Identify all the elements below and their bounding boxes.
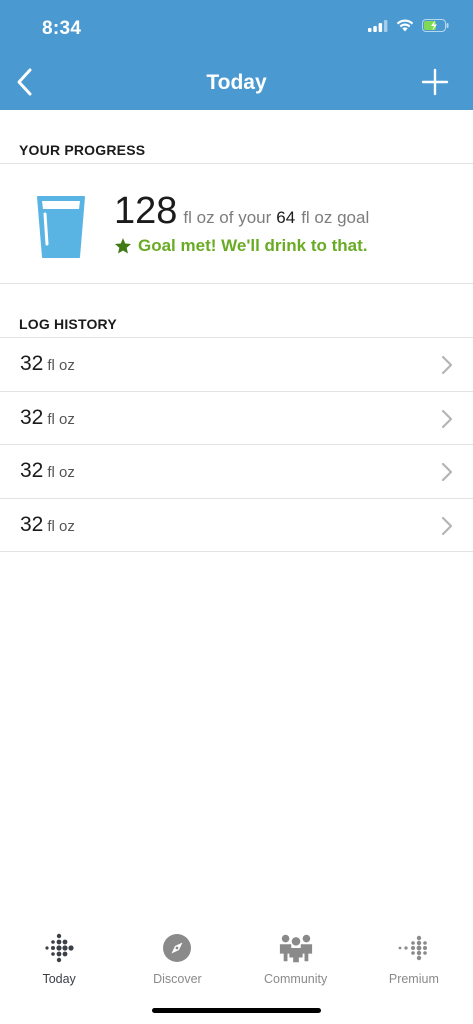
- log-entry[interactable]: 32 fl oz: [0, 392, 473, 445]
- progress-summary: 128 fl oz of your 64 fl oz goal: [114, 190, 369, 233]
- compass-icon: [159, 930, 195, 966]
- log-entry-unit: fl oz: [47, 517, 75, 535]
- star-icon: [114, 238, 132, 254]
- log-entry-unit: fl oz: [47, 464, 75, 481]
- bottom-tab-bar: Today Discover Community Premium: [0, 918, 473, 990]
- log-entry[interactable]: 32 fl oz: [0, 338, 473, 392]
- tab-label: Premium: [388, 972, 439, 986]
- community-icon: [278, 930, 314, 966]
- add-button[interactable]: [417, 64, 453, 100]
- cellular-signal-icon: [368, 19, 388, 32]
- page-title: Today: [206, 71, 267, 94]
- chevron-right-icon: [441, 462, 453, 482]
- nav-bar: Today: [0, 56, 473, 110]
- chevron-right-icon: [441, 516, 453, 535]
- home-indicator: [152, 1008, 321, 1013]
- tab-discover[interactable]: Discover: [118, 918, 236, 990]
- goal-status-text: Goal met! We'll drink to that.: [138, 236, 368, 255]
- tab-label: Discover: [153, 972, 202, 986]
- tab-label: Community: [264, 972, 328, 986]
- fitbit-dots-icon: [41, 930, 77, 966]
- chevron-right-icon: [441, 409, 453, 428]
- log-history-section-label: LOG HISTORY: [19, 316, 117, 332]
- log-entry-value: 32 fl oz: [20, 513, 75, 537]
- tab-community[interactable]: Community: [237, 918, 355, 990]
- status-icons: [368, 19, 449, 32]
- log-history-list: 32 fl oz 32 fl oz 32 fl oz 32 fl oz: [0, 338, 473, 552]
- log-entry[interactable]: 32 fl oz: [0, 499, 473, 552]
- goal-unit-text: fl oz goal: [301, 208, 370, 227]
- goal-amount: 64: [276, 208, 296, 227]
- status-bar: 8:34: [0, 0, 473, 56]
- log-entry-unit: fl oz: [47, 410, 75, 428]
- log-entry-amount: 32: [20, 459, 44, 482]
- tab-label: Today: [42, 972, 76, 986]
- goal-status: Goal met! We'll drink to that.: [114, 236, 367, 256]
- app-header: 8:34 Today: [0, 0, 473, 110]
- log-entry-value: 32 fl oz: [20, 459, 75, 483]
- log-entry-amount: 32: [20, 512, 44, 536]
- log-entry-amount: 32: [20, 352, 44, 375]
- log-history-section-header: LOG HISTORY: [0, 284, 473, 338]
- log-entry-unit: fl oz: [47, 357, 75, 374]
- tab-today[interactable]: Today: [0, 918, 118, 990]
- battery-charging-icon: [422, 19, 449, 32]
- plus-icon: [421, 68, 449, 96]
- water-glass-icon: [37, 196, 85, 258]
- log-entry-value: 32 fl oz: [20, 406, 75, 430]
- wifi-icon: [396, 19, 414, 32]
- log-entry-value: 32 fl oz: [20, 352, 75, 376]
- progress-section-header: YOUR PROGRESS: [0, 110, 473, 164]
- log-entry-amount: 32: [20, 405, 44, 429]
- tab-premium[interactable]: Premium: [355, 918, 473, 990]
- consumed-unit-text: fl oz of your: [183, 208, 272, 227]
- progress-card: 128 fl oz of your 64 fl oz goal Goal met…: [0, 164, 473, 284]
- premium-dots-icon: [396, 930, 432, 966]
- progress-section-label: YOUR PROGRESS: [19, 142, 146, 158]
- status-time: 8:34: [42, 18, 82, 39]
- chevron-right-icon: [441, 355, 453, 375]
- consumed-amount: 128: [114, 190, 178, 232]
- log-entry[interactable]: 32 fl oz: [0, 445, 473, 499]
